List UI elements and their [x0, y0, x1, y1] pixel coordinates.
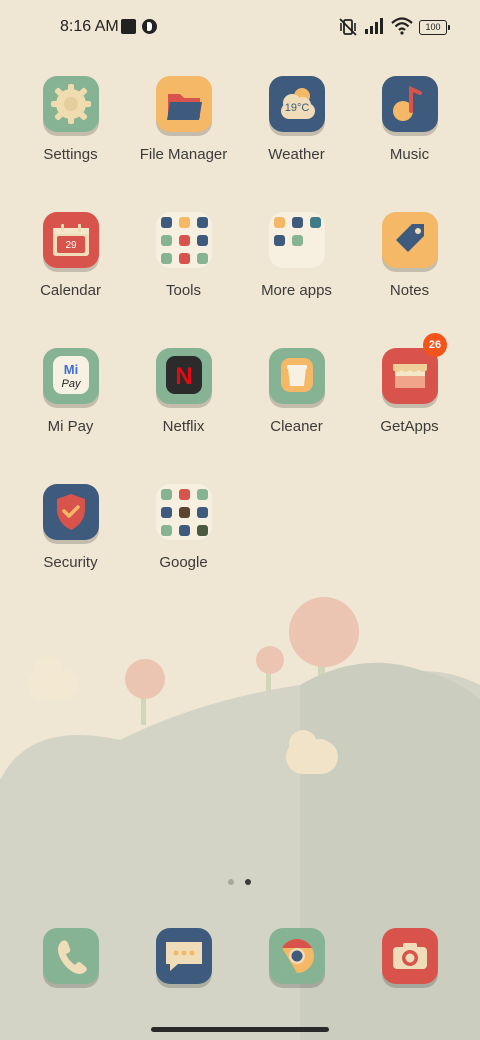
- app-label: Security: [43, 554, 98, 571]
- app-label: Google: [159, 554, 208, 571]
- app-label: Cleaner: [270, 418, 323, 435]
- app-label: GetApps: [380, 418, 439, 435]
- status-bar: 8:16 AM 100: [0, 0, 480, 56]
- dock-messages[interactable]: [156, 928, 212, 984]
- folder-grid-icon: [155, 212, 212, 268]
- signal-icon: [364, 17, 386, 40]
- mi-pay-logo-top: Mi: [63, 362, 77, 377]
- app-music[interactable]: Music: [353, 76, 466, 163]
- wifi-icon: [391, 17, 413, 40]
- folder-tools[interactable]: Tools: [127, 212, 240, 299]
- status-time: 8:16 AM: [60, 18, 119, 35]
- app-mi-pay[interactable]: Mi Pay Mi Pay: [14, 348, 127, 435]
- gear-icon: [42, 76, 99, 132]
- weather-temp: 19°C: [284, 102, 309, 114]
- app-label: Tools: [165, 282, 202, 299]
- dock-chrome[interactable]: [269, 928, 325, 984]
- notification-badge: 26: [423, 333, 447, 357]
- folder-more-apps[interactable]: More apps: [240, 212, 353, 299]
- stop-square-icon: [121, 19, 136, 34]
- dock-camera[interactable]: [382, 928, 438, 984]
- app-label: Mi Pay: [47, 418, 94, 435]
- app-label: Notes: [389, 282, 430, 299]
- app-netflix[interactable]: N Netflix: [127, 348, 240, 435]
- app-settings[interactable]: Settings: [14, 76, 127, 163]
- folder-grid-icon: [268, 212, 325, 268]
- netflix-icon: N: [155, 348, 212, 404]
- dock-phone[interactable]: [43, 928, 99, 984]
- gesture-navigation-bar[interactable]: [151, 1027, 329, 1032]
- app-calendar[interactable]: 29 Calendar: [14, 212, 127, 299]
- circle-app-icon: [142, 19, 157, 34]
- app-label: Music: [389, 146, 430, 163]
- camera-icon: [382, 943, 438, 984]
- app-label: Calendar: [40, 282, 101, 299]
- app-file-manager[interactable]: File Manager: [127, 76, 240, 163]
- trash-icon: [268, 348, 325, 404]
- app-label: File Manager: [139, 146, 228, 163]
- app-cleaner[interactable]: Cleaner: [240, 348, 353, 435]
- folder-google[interactable]: Google: [127, 484, 240, 571]
- app-label: More apps: [261, 282, 332, 299]
- store-icon: [381, 348, 438, 404]
- app-getapps[interactable]: 26 GetApps: [353, 333, 466, 435]
- tag-icon: [381, 212, 438, 268]
- app-notes[interactable]: Notes: [353, 212, 466, 299]
- app-security[interactable]: Security: [14, 484, 127, 571]
- folder-icon: [155, 76, 212, 132]
- app-weather[interactable]: 19°C Weather: [240, 76, 353, 163]
- mi-pay-logo-bottom: Pay: [61, 378, 81, 390]
- netflix-logo: N: [175, 363, 192, 390]
- shield-icon: [42, 484, 99, 540]
- page-dot-active[interactable]: [245, 879, 251, 885]
- app-label: Netflix: [162, 418, 205, 435]
- battery-icon: 100: [419, 20, 450, 35]
- cloud-icon: 19°C: [268, 76, 325, 132]
- chrome-icon: [269, 939, 325, 984]
- app-label: Settings: [43, 146, 98, 163]
- phone-icon: [43, 940, 99, 984]
- calendar-icon: 29: [42, 212, 99, 268]
- message-icon: [156, 942, 212, 984]
- page-dot[interactable]: [228, 879, 234, 885]
- mi-pay-icon: Mi Pay: [42, 348, 99, 404]
- calendar-date: 29: [65, 240, 77, 251]
- vibrate-off-icon: [338, 17, 358, 42]
- music-note-icon: [381, 76, 438, 132]
- folder-grid-icon: [155, 484, 212, 540]
- app-label: Weather: [268, 146, 325, 163]
